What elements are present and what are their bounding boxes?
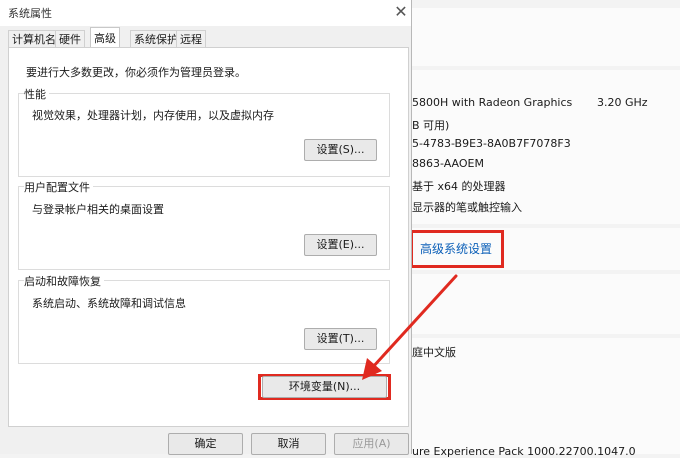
advanced-system-settings-link[interactable]: 高级系统设置 xyxy=(420,240,492,257)
bg-panel xyxy=(400,274,680,334)
product-id-value: 8863-AAOEM xyxy=(412,157,484,170)
user-profiles-settings-button[interactable]: 设置(E)... xyxy=(304,234,377,256)
environment-variables-button[interactable]: 环境变量(N)... xyxy=(262,376,387,398)
advanced-tab-page: 要进行大多数更改，你必须作为管理员登录。 性能 视觉效果，处理器计划，内存使用，… xyxy=(8,47,409,427)
user-profiles-label: 用户配置文件 xyxy=(24,179,93,195)
tab-remote[interactable]: 远程 xyxy=(176,30,206,48)
tab-hardware[interactable]: 硬件 xyxy=(55,30,85,48)
edition-value: 庭中文版 xyxy=(412,346,456,359)
device-id-value: 5-4783-B9E3-8A0B7F7078F3 xyxy=(412,137,571,150)
startup-recovery-label: 启动和故障恢复 xyxy=(24,273,104,289)
user-profiles-desc: 与登录帐户相关的桌面设置 xyxy=(32,203,164,216)
startup-recovery-settings-button[interactable]: 设置(T)... xyxy=(304,328,377,350)
cancel-button[interactable]: 取消 xyxy=(251,433,326,455)
processor-value: 5800H with Radeon Graphics xyxy=(412,96,573,109)
pen-touch-value: 显示器的笔或触控输入 xyxy=(412,201,522,214)
experience-value: ure Experience Pack 1000.22700.1047.0 xyxy=(412,445,636,458)
performance-settings-button[interactable]: 设置(S)... xyxy=(304,139,377,161)
performance-label: 性能 xyxy=(24,86,49,102)
performance-group: 性能 视觉效果，处理器计划，内存使用，以及虚拟内存 设置(S)... xyxy=(18,86,390,177)
title-bar: 系统属性 ✕ xyxy=(0,0,411,26)
close-icon[interactable]: ✕ xyxy=(392,2,410,22)
apply-button[interactable]: 应用(A) xyxy=(334,433,409,455)
processor-speed: 3.20 GHz xyxy=(597,96,648,109)
bg-panel xyxy=(400,8,680,66)
performance-desc: 视觉效果，处理器计划，内存使用，以及虚拟内存 xyxy=(32,109,274,122)
system-type-value: 基于 x64 的处理器 xyxy=(412,180,506,193)
tab-advanced[interactable]: 高级 xyxy=(90,27,120,49)
user-profiles-group: 用户配置文件 与登录帐户相关的桌面设置 设置(E)... xyxy=(18,179,390,270)
tab-computer-name[interactable]: 计算机名 xyxy=(8,30,60,48)
ok-button[interactable]: 确定 xyxy=(168,433,243,455)
system-properties-dialog: 系统属性 ✕ 计算机名 硬件 系统保护 远程 高级 要进行大多数更改，你必须作为… xyxy=(0,0,412,455)
ram-value: B 可用) xyxy=(412,119,450,132)
startup-recovery-group: 启动和故障恢复 系统启动、系统故障和调试信息 设置(T)... xyxy=(18,273,390,364)
dialog-title: 系统属性 xyxy=(8,7,52,20)
startup-recovery-desc: 系统启动、系统故障和调试信息 xyxy=(32,297,186,310)
tab-system-protection[interactable]: 系统保护 xyxy=(130,30,182,48)
admin-note: 要进行大多数更改，你必须作为管理员登录。 xyxy=(26,66,246,79)
